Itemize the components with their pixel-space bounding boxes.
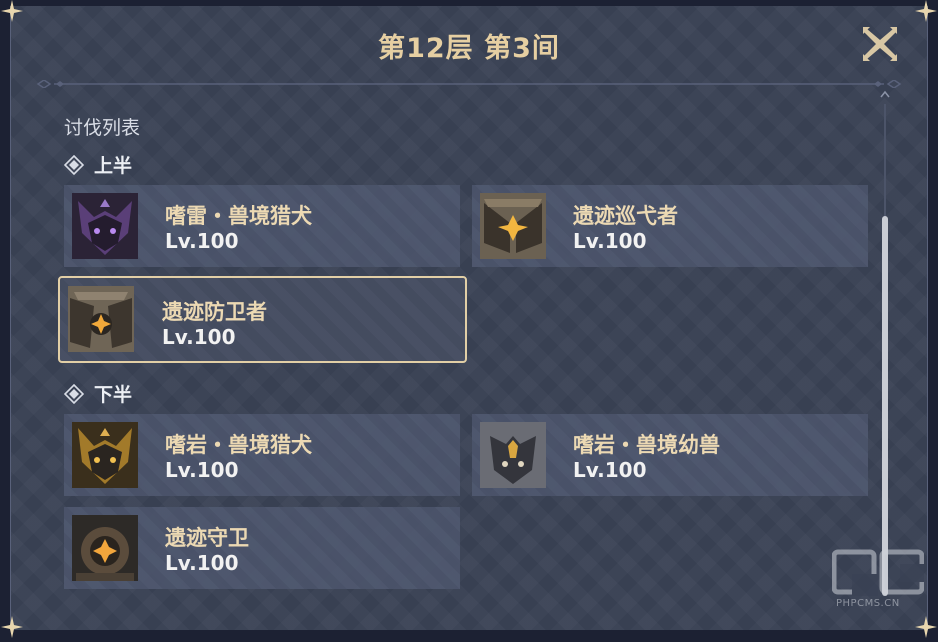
corner-ornament-icon bbox=[1, 616, 23, 638]
enemy-level: Lv.100 bbox=[165, 458, 239, 482]
enemy-name: 遗迹防卫者 bbox=[162, 300, 267, 324]
enemy-level: Lv.100 bbox=[165, 229, 239, 253]
chamber-title: 第12层 第3间 bbox=[378, 33, 560, 64]
ruin-defender-portrait bbox=[68, 286, 134, 352]
enemy-level: Lv.100 bbox=[573, 458, 647, 482]
header-divider bbox=[34, 73, 904, 89]
diamond-icon bbox=[64, 383, 84, 404]
enemy-card-selected[interactable]: 遗迹防卫者 Lv.100 bbox=[58, 276, 467, 363]
enemy-level: Lv.100 bbox=[162, 325, 236, 349]
enemy-name: 嗜岩・兽境猎犬 bbox=[165, 433, 312, 457]
corner-ornament-icon bbox=[915, 0, 937, 22]
ruin-guard-portrait bbox=[72, 515, 138, 581]
challenge-list-label: 讨伐列表 bbox=[64, 117, 141, 139]
close-button[interactable] bbox=[860, 24, 900, 64]
enemy-name: 遗迹守卫 bbox=[165, 526, 249, 550]
enemy-card[interactable]: 嗜雷・兽境猎犬 Lv.100 bbox=[64, 185, 460, 267]
diamond-icon bbox=[64, 154, 84, 175]
close-icon bbox=[863, 27, 897, 61]
list-scrollbar[interactable] bbox=[880, 90, 890, 596]
enemy-name: 嗜岩・兽境幼兽 bbox=[573, 433, 720, 457]
enemy-level: Lv.100 bbox=[165, 551, 239, 575]
site-watermark: PHPCMS.CN bbox=[831, 548, 926, 612]
enemy-card[interactable]: 嗜岩・兽境猎犬 Lv.100 bbox=[64, 414, 460, 496]
geo-rifthound-portrait bbox=[72, 422, 138, 488]
second-half-header: 下半 bbox=[64, 380, 132, 407]
enemy-level: Lv.100 bbox=[573, 229, 647, 253]
first-half-header: 上半 bbox=[64, 151, 132, 178]
enemy-card[interactable]: 遗迹巡弋者 Lv.100 bbox=[472, 185, 868, 267]
enemy-card[interactable]: 嗜岩・兽境幼兽 Lv.100 bbox=[472, 414, 868, 496]
enemy-name: 嗜雷・兽境猎犬 bbox=[165, 204, 312, 228]
electro-rifthound-portrait bbox=[72, 193, 138, 259]
second-half-label: 下半 bbox=[94, 384, 133, 406]
enemy-card[interactable]: 遗迹守卫 Lv.100 bbox=[64, 507, 460, 589]
corner-ornament-icon bbox=[915, 616, 937, 638]
corner-ornament-icon bbox=[1, 0, 23, 22]
ruin-drake-portrait bbox=[480, 193, 546, 259]
enemy-name: 遗迹巡弋者 bbox=[573, 204, 678, 228]
first-half-label: 上半 bbox=[94, 155, 133, 177]
scroll-up-arrow-icon[interactable] bbox=[880, 90, 890, 98]
scroll-thumb[interactable] bbox=[882, 216, 888, 596]
watermark-text: PHPCMS.CN bbox=[836, 598, 900, 609]
geo-rifthound-whelp-portrait bbox=[480, 422, 546, 488]
watermark-logo-icon bbox=[831, 549, 926, 596]
